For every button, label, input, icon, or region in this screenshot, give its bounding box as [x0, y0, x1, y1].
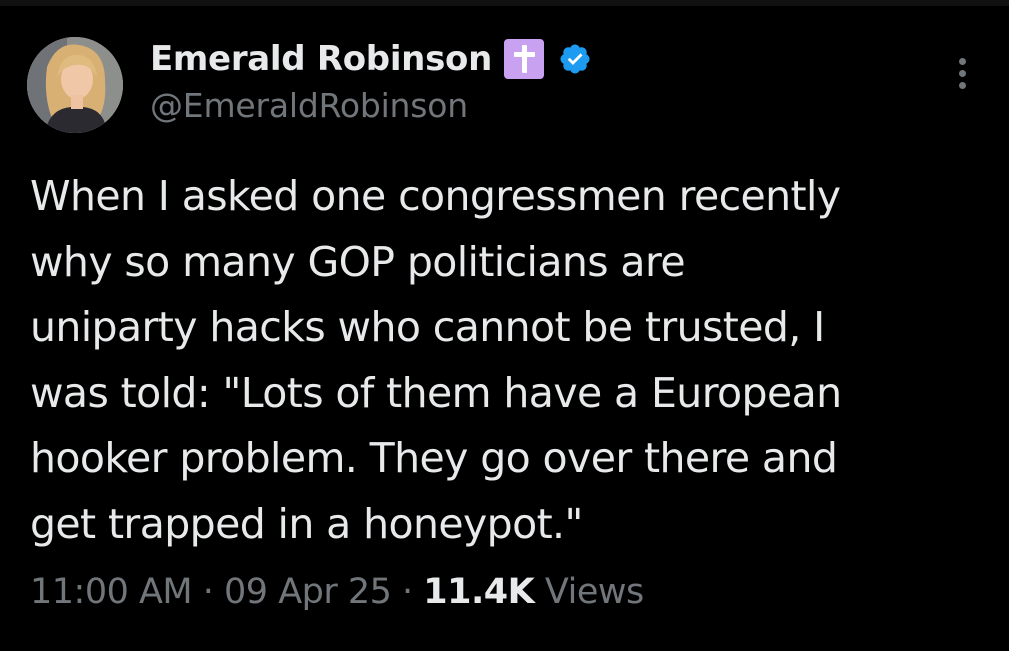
tweet-date[interactable]: 09 Apr 25	[224, 572, 392, 612]
tweet-line: hooker problem. They go over there and	[30, 434, 838, 482]
tweet-line: uniparty hacks who cannot be trusted, I	[30, 303, 825, 351]
tweet-time[interactable]: 11:00 AM	[30, 572, 193, 612]
cross-icon	[504, 39, 544, 79]
tweet-text: When I asked one congressmen recently wh…	[30, 164, 990, 557]
more-vertical-icon[interactable]	[950, 58, 974, 98]
handle[interactable]: @EmeraldRobinson	[150, 86, 592, 125]
top-divider	[0, 0, 1009, 6]
views-count: 11.4K	[423, 572, 535, 612]
tweet-header: Emerald Robinson @EmeraldRobinson	[150, 36, 592, 125]
tweet-line: get trapped in a honeypot."	[30, 499, 583, 548]
meta-separator: ·	[192, 572, 225, 612]
meta-separator: ·	[391, 572, 424, 612]
avatar[interactable]	[27, 37, 123, 133]
tweet-meta: 11:00 AM · 09 Apr 25 · 11.4K Views	[30, 572, 644, 612]
tweet-line: why so many GOP politicians are	[30, 237, 686, 286]
name-row: Emerald Robinson	[150, 36, 592, 82]
tweet-line: When I asked one congressmen recently	[30, 172, 841, 220]
display-name[interactable]: Emerald Robinson	[150, 39, 492, 79]
views-label: Views	[544, 572, 644, 612]
verified-check-icon[interactable]	[558, 42, 592, 76]
tweet-line: was told: "Lots of them have a European	[30, 368, 842, 417]
